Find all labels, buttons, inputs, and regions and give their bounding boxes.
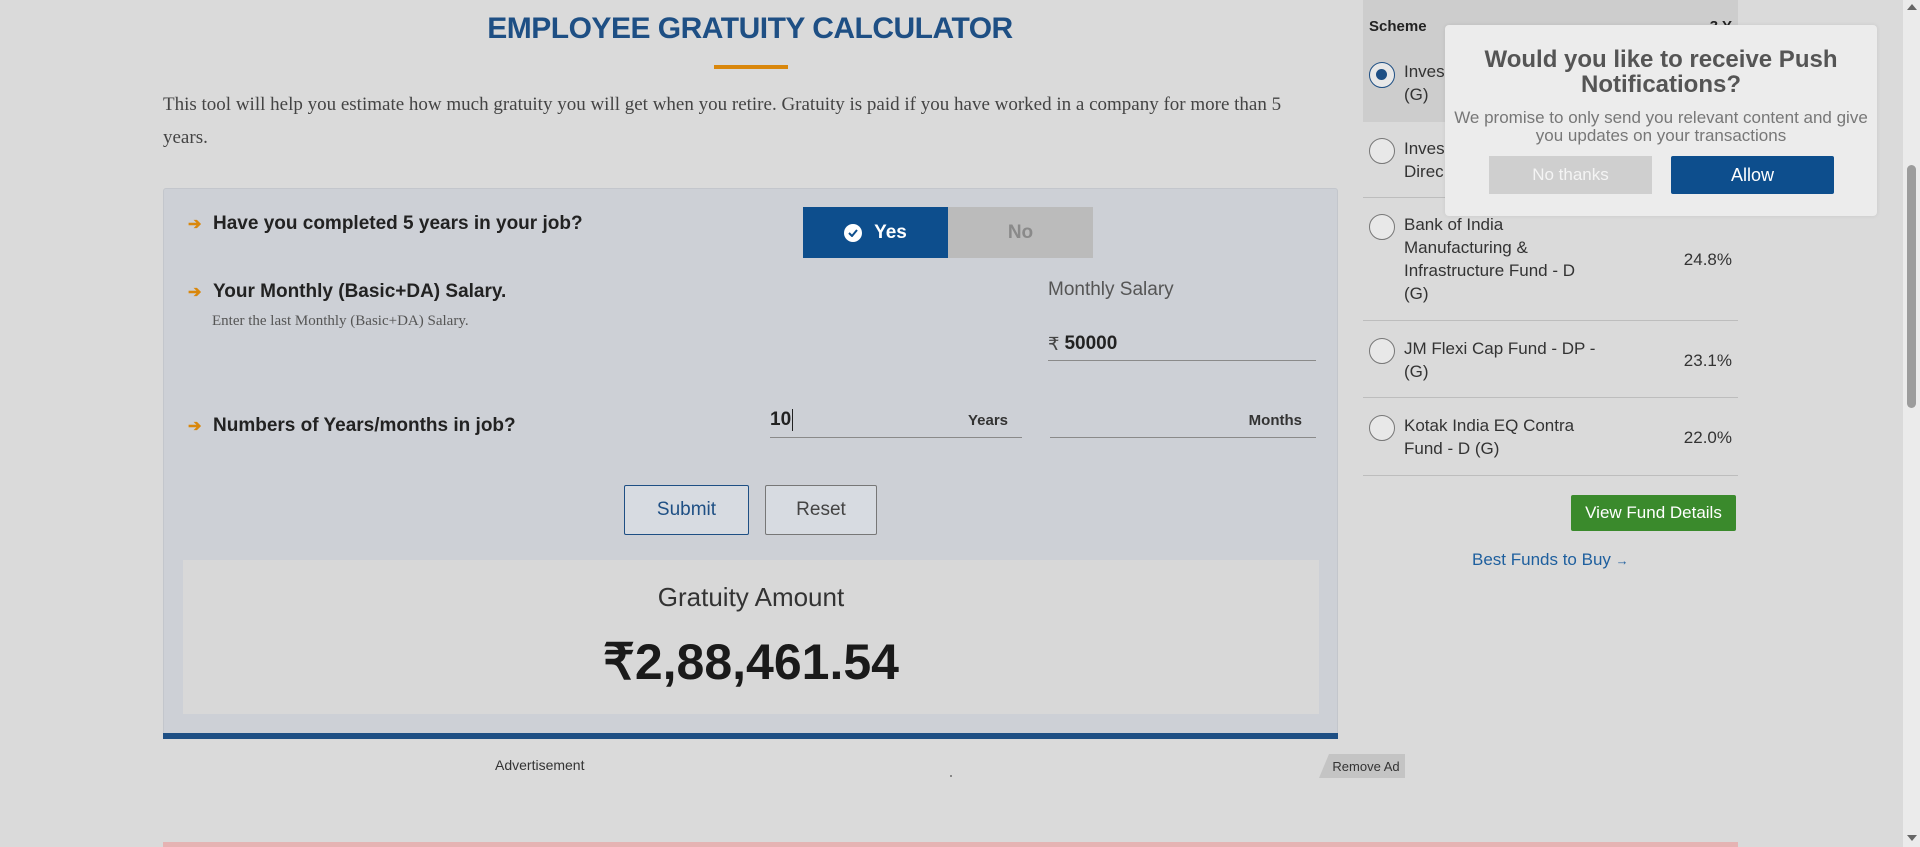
push-notification-popup: Would you like to receive Push Notificat… — [1445, 25, 1877, 216]
popup-actions: No thanks Allow — [1489, 156, 1834, 194]
title-underline — [714, 65, 788, 69]
fund-return: 24.8% — [1683, 250, 1732, 269]
fund-return: 23.1% — [1683, 351, 1732, 370]
best-funds-link[interactable]: Best Funds to Buy → — [1472, 550, 1629, 570]
next-section-strip — [163, 842, 1738, 847]
page-scrollbar[interactable] — [1903, 0, 1920, 847]
fund-name: Bank of India Manufacturing & Infrastruc… — [1404, 215, 1576, 303]
allow-button[interactable]: Allow — [1671, 156, 1834, 194]
arrow-icon: ➔ — [188, 418, 202, 435]
five-years-toggle: Yes No — [803, 207, 1093, 258]
question-label: Your Monthly (Basic+DA) Salary. — [213, 281, 507, 302]
best-funds-label: Best Funds to Buy — [1472, 550, 1611, 569]
question-tenure: ➔ Numbers of Years/months in job? — [188, 415, 516, 437]
submit-button[interactable]: Submit — [624, 485, 749, 535]
scroll-down-icon[interactable] — [1907, 835, 1917, 841]
gratuity-amount: ₹2,88,461.54 — [603, 634, 899, 690]
no-thanks-button[interactable]: No thanks — [1489, 156, 1652, 194]
monthly-salary-label: Monthly Salary — [1048, 279, 1174, 300]
ad-placeholder — [950, 775, 952, 777]
rupee-icon: ₹ — [1048, 333, 1060, 354]
fund-row[interactable]: JM Flexi Cap Fund - DP - (G) 23.1% — [1363, 321, 1738, 398]
fund-return: 22.0% — [1683, 428, 1732, 447]
months-unit: Months — [1248, 412, 1302, 429]
fund-radio[interactable] — [1369, 214, 1395, 240]
check-icon — [844, 223, 863, 242]
months-input[interactable]: Months — [1050, 404, 1316, 438]
result-label: Gratuity Amount — [657, 582, 845, 612]
reset-button[interactable]: Reset — [765, 485, 877, 535]
monthly-salary-input[interactable]: ₹ 50000 — [1048, 328, 1316, 361]
popup-title: Would you like to receive Push Notificat… — [1484, 46, 1838, 98]
scroll-thumb[interactable] — [1907, 165, 1916, 408]
arrow-icon: ➔ — [188, 216, 202, 233]
fund-name: JM Flexi Cap Fund - DP - (G) — [1404, 339, 1596, 381]
fund-radio[interactable] — [1369, 62, 1395, 88]
popup-text: We promise to only send you relevant con… — [1454, 108, 1868, 145]
arrow-right-icon: → — [1615, 553, 1629, 568]
years-unit: Years — [967, 412, 1008, 429]
advertisement-label: Advertisement — [495, 757, 585, 773]
fund-radio[interactable] — [1369, 138, 1395, 164]
no-button[interactable]: No — [948, 207, 1093, 258]
salary-value: 50000 — [1064, 333, 1118, 354]
question-five-years: ➔ Have you completed 5 years in your job… — [188, 213, 583, 235]
question-salary: ➔ Your Monthly (Basic+DA) Salary. — [188, 281, 506, 303]
fund-row[interactable]: Bank of India Manufacturing & Infrastruc… — [1363, 198, 1738, 321]
view-fund-details-button[interactable]: View Fund Details — [1571, 495, 1736, 531]
fund-name: Kotak India EQ Contra Fund - D (G) — [1404, 416, 1575, 458]
arrow-icon: ➔ — [188, 284, 202, 301]
fund-row[interactable]: Kotak India EQ Contra Fund - D (G) 22.0% — [1363, 398, 1738, 476]
yes-button[interactable]: Yes — [803, 207, 948, 258]
question-label: Have you completed 5 years in your job? — [213, 213, 583, 234]
salary-hint: Enter the last Monthly (Basic+DA) Salary… — [212, 313, 469, 329]
years-input[interactable]: 10 Years — [770, 404, 1022, 438]
intro-text: This tool will help you estimate how muc… — [163, 94, 1282, 148]
page-title: EMPLOYEE GRATUITY CALCULATOR — [487, 12, 1013, 45]
fund-radio[interactable] — [1369, 415, 1395, 441]
panel-bottom-bar — [163, 733, 1338, 739]
calculator-panel: ➔ Have you completed 5 years in your job… — [163, 188, 1338, 738]
scheme-header: Scheme — [1369, 18, 1427, 35]
remove-ad-button[interactable]: Remove Ad — [1319, 754, 1405, 778]
years-value: 10 — [770, 409, 792, 431]
scroll-up-icon[interactable] — [1907, 4, 1917, 10]
text-cursor — [792, 409, 794, 432]
yes-label: Yes — [874, 221, 907, 243]
result-box: Gratuity Amount ₹2,88,461.54 — [183, 560, 1319, 714]
fund-radio[interactable] — [1369, 338, 1395, 364]
question-label: Numbers of Years/months in job? — [213, 415, 516, 436]
